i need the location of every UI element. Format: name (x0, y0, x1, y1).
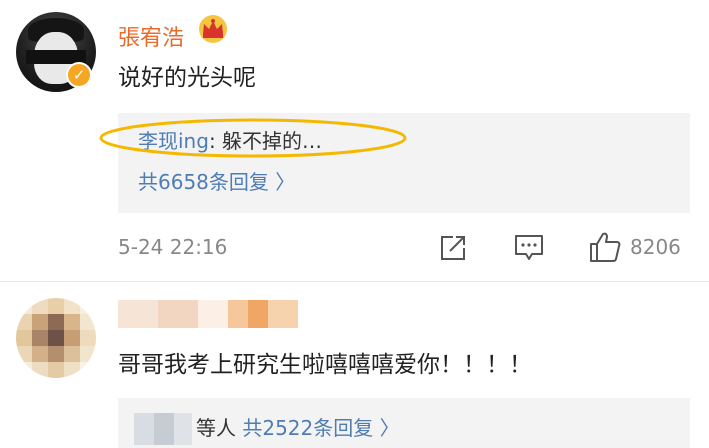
view-replies-link[interactable]: 共6658条回复 〉 (138, 166, 295, 195)
avatar[interactable] (16, 298, 96, 378)
comment-icon[interactable] (513, 233, 545, 263)
like-count: 8206 (630, 235, 681, 259)
comment-text: 说好的光头呢 (118, 65, 256, 91)
reply-suffix: 等人 (196, 416, 236, 440)
share-icon[interactable] (438, 233, 468, 263)
username-blurred[interactable] (118, 300, 298, 328)
username[interactable]: 張宥浩 (118, 20, 184, 52)
verified-icon: ✓ (66, 62, 92, 88)
reply-author-blurred[interactable] (134, 413, 192, 445)
reply-summary[interactable]: 等人 共2522条回复 〉 (196, 412, 400, 441)
divider (0, 281, 709, 282)
like-icon[interactable] (588, 230, 622, 264)
view-replies-link[interactable]: 共2522条回复 〉 (242, 416, 399, 440)
comment-text: 哥哥我考上研究生啦嘻嘻嘻爱你！！！！ (118, 352, 532, 378)
timestamp: 5-24 22:16 (118, 235, 228, 259)
highlight-ellipse (99, 118, 407, 158)
crown-icon (199, 15, 227, 43)
